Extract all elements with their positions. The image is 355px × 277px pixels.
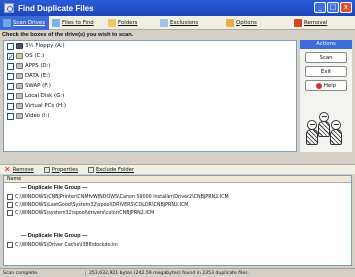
file-icon xyxy=(7,210,13,216)
tab-files-to-find[interactable]: Files to Find xyxy=(49,16,105,30)
properties-icon xyxy=(43,166,50,173)
remove-button[interactable]: ✕ Remove xyxy=(4,164,34,174)
app-window: Find Duplicate Files _ □ x Scan Drives F… xyxy=(0,0,355,277)
mascot-figures xyxy=(302,112,352,148)
drive-item-h[interactable]: Virtual PCs (H:) xyxy=(4,101,296,111)
removal-icon xyxy=(294,18,302,27)
exit-button[interactable]: Exit xyxy=(305,66,347,77)
help-icon xyxy=(315,82,322,89)
close-button[interactable]: x xyxy=(340,2,352,13)
properties-button[interactable]: Properties xyxy=(43,166,78,173)
options-icon xyxy=(226,18,234,27)
hard-drive-icon xyxy=(16,103,23,109)
drive-item-f[interactable]: SWAP (F:) xyxy=(4,81,296,91)
drive-item-i[interactable]: Video (I:) xyxy=(4,111,296,121)
window-controls: _ □ x xyxy=(314,2,352,13)
minimize-button[interactable]: _ xyxy=(314,2,326,13)
results-list: Name — Duplicate File Group — C:\WINDOWS… xyxy=(3,175,352,266)
figure-icon xyxy=(318,112,330,138)
name-column-header[interactable]: Name xyxy=(4,176,351,183)
file-row[interactable]: C:\WINDOWS\LastGood\System32\spool\DRIVE… xyxy=(4,201,351,209)
drive-checkbox[interactable] xyxy=(7,92,14,100)
status-bar: Scan complete. 253,632,921 bytes (242.59… xyxy=(0,268,355,277)
drive-list: 3½ Floppy (A:) ✓ OS (C:) APPS (D:) DATA … xyxy=(3,40,297,152)
duplicate-group-header: — Duplicate File Group — xyxy=(21,185,88,191)
maximize-button[interactable]: □ xyxy=(327,2,339,13)
results-toolbar: ✕ Remove Properties Exclude Folder xyxy=(0,164,355,174)
help-label: Help xyxy=(323,82,337,89)
drives-icon xyxy=(3,18,11,27)
file-icon xyxy=(7,242,13,248)
duplicate-group-header: — Duplicate File Group — xyxy=(21,233,88,239)
floppy-icon xyxy=(16,43,23,49)
file-row[interactable]: C:\WINDOWS\Driver Cache\i386\dockdo.ini xyxy=(4,241,351,249)
drive-checkbox[interactable] xyxy=(7,102,14,110)
window-title: Find Duplicate Files xyxy=(18,3,94,13)
hard-drive-icon xyxy=(16,93,23,99)
drive-checkbox[interactable] xyxy=(7,72,14,80)
drive-checkbox[interactable] xyxy=(7,62,14,70)
tab-removal[interactable]: Removal xyxy=(291,16,341,30)
exclusions-icon xyxy=(160,18,168,27)
tab-options[interactable]: Options xyxy=(223,16,291,30)
hard-drive-icon xyxy=(16,53,23,59)
drive-checkbox-checked[interactable]: ✓ xyxy=(7,52,14,60)
status-summary: 253,632,921 bytes (242.59 megabytes) fou… xyxy=(89,270,250,276)
hard-drive-icon xyxy=(16,73,23,79)
drive-item-a[interactable]: 3½ Floppy (A:) xyxy=(4,41,296,51)
drive-checkbox[interactable] xyxy=(7,112,14,120)
file-row[interactable]: C:\WINDOWS\system32\spool\drivers\color\… xyxy=(4,209,351,217)
hard-drive-icon xyxy=(16,113,23,119)
drive-item-c[interactable]: ✓ OS (C:) xyxy=(4,51,296,61)
figure-icon xyxy=(330,120,342,146)
file-row[interactable]: C:\WINDOWS\CNBJPrinter\CNMfvWINDOWS\Cano… xyxy=(4,193,351,201)
exclude-folder-icon xyxy=(87,166,94,173)
app-icon xyxy=(4,3,14,13)
figure-icon xyxy=(306,120,318,146)
scan-button[interactable]: Scan xyxy=(305,52,347,63)
drive-item-g[interactable]: Local Disk (G:) xyxy=(4,91,296,101)
title-bar[interactable]: Find Duplicate Files _ □ x xyxy=(0,0,355,16)
exclude-folder-button[interactable]: Exclude Folder xyxy=(87,166,134,173)
files-icon xyxy=(52,18,60,27)
remove-x-icon: ✕ xyxy=(4,164,11,174)
folders-icon xyxy=(108,18,116,27)
tab-folders[interactable]: Folders xyxy=(105,16,157,30)
hard-drive-icon xyxy=(16,83,23,89)
file-icon xyxy=(7,202,13,208)
drive-checkbox[interactable] xyxy=(7,82,14,90)
drive-item-e[interactable]: DATA (E:) xyxy=(4,71,296,81)
status-text: Scan complete. xyxy=(0,270,86,276)
drive-item-d[interactable]: APPS (D:) xyxy=(4,61,296,71)
file-icon xyxy=(7,194,13,200)
instruction-text: Check the boxes of the drive(s) you wish… xyxy=(2,32,134,38)
actions-header: Actions xyxy=(300,40,352,49)
hard-drive-icon xyxy=(16,63,23,69)
tab-scan-drives[interactable]: Scan Drives xyxy=(0,15,49,30)
main-toolbar: Scan Drives Files to Find Folders Exclus… xyxy=(0,15,355,30)
help-button[interactable]: Help xyxy=(305,80,347,91)
drive-checkbox[interactable] xyxy=(7,42,14,50)
tab-exclusions[interactable]: Exclusions xyxy=(157,16,223,30)
